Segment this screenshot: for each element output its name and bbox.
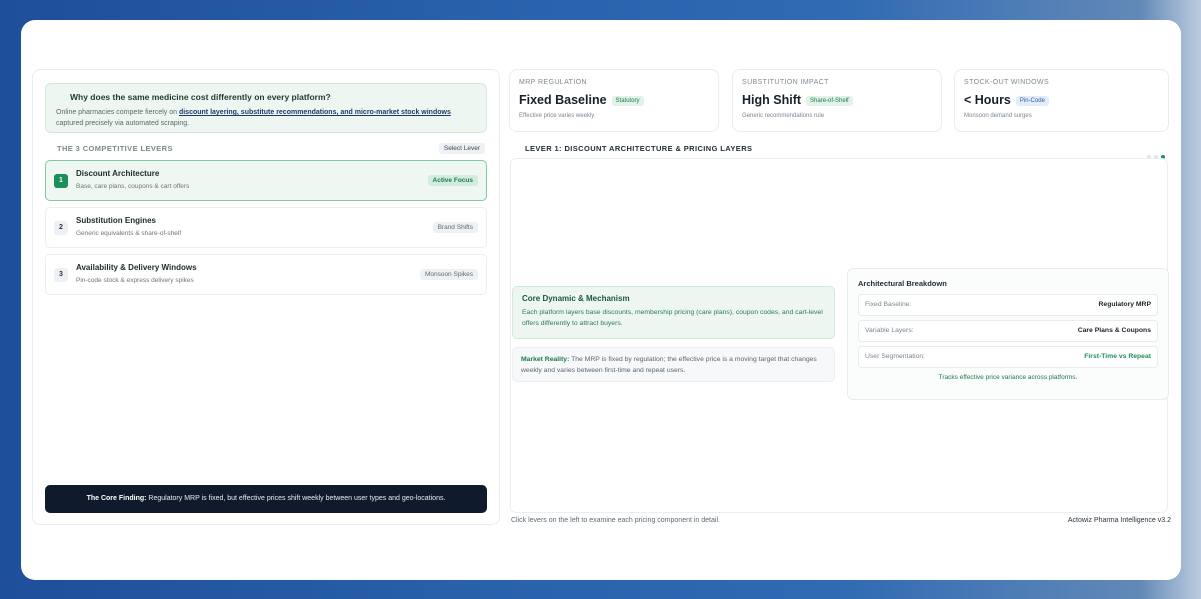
lever-number: 2 — [54, 221, 68, 235]
market-reality-card: Market Reality: The MRP is fixed by regu… — [512, 347, 835, 382]
breakdown-row: Variable Layers: Care Plans & Coupons — [858, 320, 1158, 342]
stat-card-mrp-regulation: MRP REGULATION Fixed Baseline Statutory E… — [509, 69, 719, 132]
breakdown-row: User Segmentation: First-Time vs Repeat — [858, 346, 1158, 368]
stat-label: SUBSTITUTION IMPACT — [742, 79, 829, 86]
stat-badge: Share-of-Shelf — [806, 96, 853, 106]
breakdown-key: User Segmentation: — [865, 353, 926, 360]
lever-title: Availability & Delivery Windows — [76, 263, 197, 272]
stat-card-stock-out-windows: STOCK-OUT WINDOWS < Hours Pin-Code Monsoo… — [954, 69, 1169, 132]
intro-text-after: captured precisely via automated scrapin… — [56, 120, 190, 127]
levers-panel: Why does the same medicine cost differen… — [32, 69, 500, 525]
core-dynamic-title: Core Dynamic & Mechanism — [522, 294, 630, 303]
breakdown-value: First-Time vs Repeat — [1084, 353, 1151, 360]
select-lever-button[interactable]: Select Lever — [438, 143, 485, 154]
lever-subtitle: Pin-code stock & express delivery spikes — [76, 277, 194, 284]
lever-item-substitution-engines[interactable]: 2 Substitution Engines Generic equivalen… — [45, 207, 487, 248]
stat-note: Generic recommendations rule — [742, 113, 825, 119]
lever-tag: Monsoon Spikes — [419, 269, 478, 280]
stat-badge: Pin-Code — [1015, 96, 1049, 106]
lever-title: Discount Architecture — [76, 169, 160, 178]
architectural-breakdown-card: Architectural Breakdown Fixed Baseline: … — [847, 268, 1169, 400]
core-finding-text: Regulatory MRP is fixed, but effective p… — [146, 495, 446, 502]
breakdown-row: Fixed Baseline: Regulatory MRP — [858, 294, 1158, 316]
stat-badge: Statutory — [611, 96, 644, 106]
core-finding-banner: The Core Finding: Regulatory MRP is fixe… — [45, 485, 487, 513]
stat-label: STOCK-OUT WINDOWS — [964, 79, 1050, 86]
stat-note: Effective price varies weekly — [519, 113, 595, 119]
core-dynamic-description: Each platform layers base discounts, mem… — [522, 309, 823, 327]
stat-value: < Hours — [964, 93, 1011, 107]
breakdown-title: Architectural Breakdown — [858, 279, 947, 288]
footer-brand: Actowiz Pharma Intelligence v3.2 — [1067, 517, 1171, 524]
breakdown-key: Fixed Baseline: — [865, 301, 912, 308]
intro-text: Online pharmacies compete fiercely on di… — [56, 107, 476, 129]
stat-value: Fixed Baseline — [519, 93, 607, 107]
breakdown-key: Variable Layers: — [865, 327, 914, 334]
breakdown-note: Tracks effective price variance across p… — [938, 374, 1078, 381]
lever-tag: Active Focus — [427, 175, 478, 186]
lever-detail-heading: LEVER 1: DISCOUNT ARCHITECTURE & PRICING… — [525, 144, 753, 153]
lever-item-availability-delivery[interactable]: 3 Availability & Delivery Windows Pin-co… — [45, 254, 487, 295]
stat-value: High Shift — [742, 93, 802, 107]
lever-tag: Brand Shifts — [432, 222, 478, 233]
lever-number: 1 — [54, 174, 68, 188]
breakdown-value: Care Plans & Coupons — [1077, 327, 1151, 334]
core-dynamic-card: Core Dynamic & Mechanism Each platform l… — [512, 286, 835, 339]
intro-question: Why does the same medicine cost differen… — [70, 92, 331, 102]
levers-heading: THE 3 COMPETITIVE LEVERS — [57, 144, 173, 153]
intro-text-before: Online pharmacies compete fiercely on — [56, 109, 179, 116]
intro-card: Why does the same medicine cost differen… — [45, 83, 487, 133]
lever-title: Substitution Engines — [76, 216, 156, 225]
market-reality-label: Market Reality: — [521, 356, 570, 363]
stat-label: MRP REGULATION — [519, 79, 587, 86]
lever-number: 3 — [54, 268, 68, 282]
lever-subtitle: Base, care plans, coupons & cart offers — [76, 183, 190, 190]
stat-note: Monsoon demand surges — [964, 113, 1032, 119]
core-finding-label: The Core Finding: — [86, 495, 147, 502]
intro-highlight: discount layering, substitute recommenda… — [178, 109, 451, 116]
dashboard-frame: Why does the same medicine cost differen… — [21, 20, 1181, 580]
footer-hint: Click levers on the left to examine each… — [511, 517, 720, 524]
stat-card-substitution-impact: SUBSTITUTION IMPACT High Shift Share-of-S… — [732, 69, 942, 132]
breakdown-value: Regulatory MRP — [1098, 301, 1152, 308]
lever-subtitle: Generic equivalents & share-of-shelf — [76, 230, 182, 237]
lever-item-discount-architecture[interactable]: 1 Discount Architecture Base, care plans… — [45, 160, 487, 201]
